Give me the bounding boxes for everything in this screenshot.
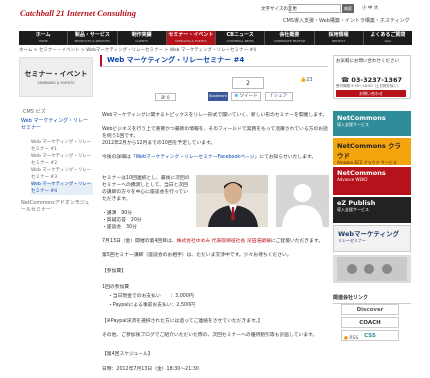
rss-link[interactable]: ● RSS [344,336,358,341]
fee-once-label: 1回の参加費 [102,285,130,290]
rss-icon: ● [344,336,348,341]
speaker-photo [196,175,268,227]
nav-home[interactable]: ホーム HOME [19,31,69,45]
sidebar-subitem-2[interactable]: Web マーケティング・リレーセミナー #2 [31,154,93,167]
contact-hours: 受付時間 9:30〜18:00（土日祝を除く） [336,84,401,88]
details-paragraph: 今後の詳細は「Webマーケティング・リレーセミナーFacebookページ」にてお… [102,155,317,160]
related-links-title: 関連会社リンク [333,294,411,304]
speaker-placeholder-image [276,175,329,227]
facebook-like-count[interactable]: 👍23 [300,77,313,83]
banner-web-marketing[interactable]: Webマーケティング リレーセミナー [333,225,411,252]
speaker-link[interactable]: 株式会社ゆめみ 代表取締役社長 深田浩嗣様 [177,239,271,244]
hatena-bookmark-button[interactable]: B! 0 [155,93,176,101]
banner-seminar-photo[interactable] [333,255,411,283]
text-size-switcher[interactable]: 小 中 大 [362,5,378,11]
facebook-icon: f [270,94,273,99]
site-tagline: CMS導入支援・Web構築・イントラ構築・ホスティング [283,18,410,24]
related-link-coach[interactable]: COACH [341,317,399,328]
nav-corporate[interactable]: 会社概要 CORPORATE PROFILE [265,31,315,45]
intro-paragraph-3: 2012年2月から12月までの10回を予定しています。 [102,141,216,146]
sidebar-item-relay-seminar[interactable]: Web マーケティング・リレーセミナー [21,118,93,132]
banner-ez-publish[interactable]: eZ Publish 導入支援サービス [333,197,411,223]
paypal-note: 【※Paypal決済を選択された方には追ってご連絡をさせていただきます。】 [102,319,263,324]
tweet-button[interactable]: ✽ ツイート [231,92,261,101]
schedule-date: 日時：2012年7月13日（金）18:30〜21:30 [102,367,199,372]
fee-header: 【参加費】 [102,269,126,274]
section-banner-title: セミナー・イベント [24,70,88,78]
contact-label: お気軽にお問い合わせください [336,59,399,64]
sidebar-subitem-4[interactable]: Web マーケティング・リレーセミナー #4 [31,182,93,195]
nav-clients[interactable]: 制作実績 CLIENTS [118,31,167,45]
discount-note: その他、ご参加後ブログでご紹介いただいた際の、次回セミナーへの優待割引等も計画し… [102,333,318,338]
banner-netcommons-support[interactable]: NetCommons 導入支援サービス [333,111,411,136]
section-banner: セミナー・イベント SEMINARS & EVENTS [19,57,93,97]
search-button[interactable]: 検索 [342,4,354,13]
banner-netcommons-cloud[interactable]: NetCommons クラウド Amazon EC2 クラウド サービス [333,138,411,165]
intro-paragraph-2: Webビジネスを行う上で重要かつ最新の情報を、そのフィールドで実務をもって活躍さ… [102,127,328,139]
intro-paragraph: Webマーケティングに関するトピックスをリレー形式で聞いていく、新しい形のセミナ… [102,113,328,118]
nav-news[interactable]: CBニュース CATCHBALL NEWS [216,31,266,45]
contact-phone: ☎ 03-3237-1367 [341,76,402,84]
next-speaker-note: 第5回セミナー講師（座談会のお相手）は、ただいま交渉中です。少々お待ちください。 [102,253,292,258]
nav-products[interactable]: 製品・サービス PRODUCTS & SERVICES [68,31,118,45]
twitter-icon: ✽ [234,94,239,99]
contact-button[interactable]: お問い合わせ [336,90,406,97]
fee-paypal: ・Paypalによる事前お支払い：2,500円 [108,303,195,308]
banner-advance-weko[interactable]: NetCommons Advance WEKO [333,167,411,195]
related-link-discover[interactable]: Discover [341,304,399,315]
fee-cash: ・当日現金でのお支払い ：3,000円 [108,294,194,299]
bookmark-icon: B! [161,95,166,100]
format-paragraph: セミナーは10回連続とし、最後に次回のセミナーへの橋渡しとして、当日と次回の講師… [102,176,190,202]
sidebar-item-netcommons[interactable]: NetCommonsアドオンモジュールセミナー [21,200,93,214]
sidebar-subitem-1[interactable]: Web マーケティング・リレーセミナー #1 [31,140,93,153]
sidebar-subitem-3[interactable]: Web マーケティング・リレーセミナー #3 [31,168,93,181]
speaker-paragraph: 7月13日（金）開催の第4回目は、株式会社ゆめみ 代表取締役社長 深田浩嗣様にご… [102,239,323,244]
nav-recruit[interactable]: 採用情報 RECRUIT [315,31,364,45]
main-nav: ホーム HOME 製品・サービス PRODUCTS & SERVICES 制作実績 C… [19,31,412,45]
share-count: 2 [232,77,264,89]
nav-seminars[interactable]: セミナー・イベント SEMINARS & EVENTS [166,31,216,45]
phone-icon: ☎ [341,76,350,84]
search-input[interactable] [289,4,341,13]
breadcrumb[interactable]: ホーム > セミナー・イベント > Webマーケティング・リレーセミナー > W… [19,47,256,53]
facebook-share-button[interactable]: f シェア [265,92,293,101]
site-logo[interactable]: Catchball 21 Internet Consulting [20,8,136,18]
section-banner-subtitle: SEMINARS & EVENTS [37,81,75,85]
nav-qa[interactable]: よくあるご質問 Q&A [364,31,412,45]
sidebar-cms-label[interactable]: CMS ビズ [23,108,46,115]
bookmark-button[interactable]: Bookmark [208,92,228,101]
page-title: Web マーケティング・リレーセミナー #4 [100,55,328,67]
schedule-header: 【第4回スケジュール】 [102,352,153,357]
facebook-page-link[interactable]: Webマーケティング・リレーセミナーFacebookページ [136,155,255,160]
